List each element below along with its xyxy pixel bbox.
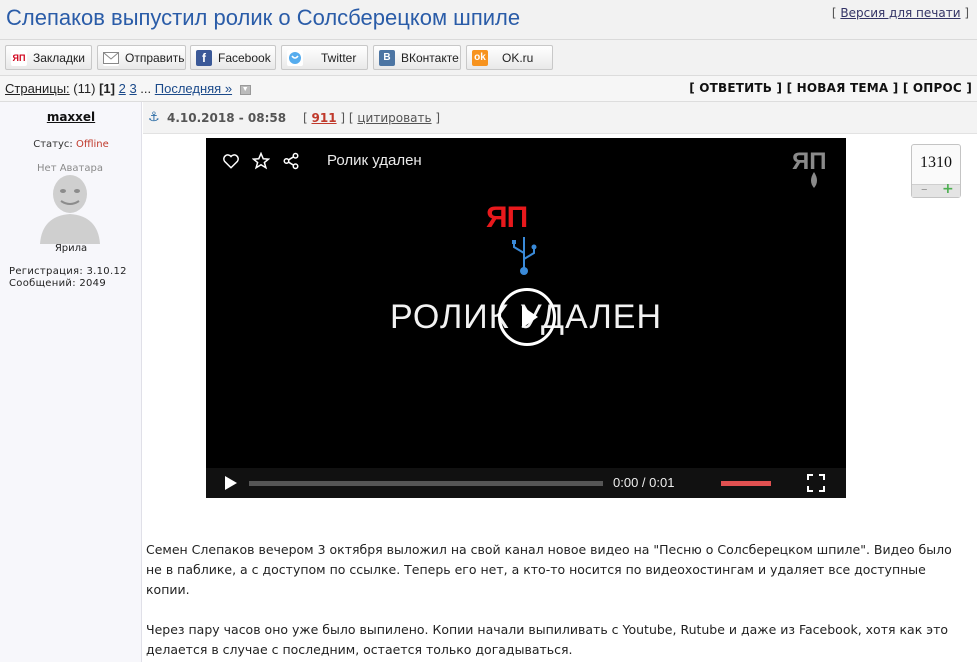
video-title: Ролик удален: [327, 152, 422, 169]
share-bar: ЯП Закладки Отправить f Facebook Twitter…: [0, 40, 977, 76]
vk-icon: B: [379, 49, 395, 66]
author-registration: Регистрация: 3.10.12: [9, 266, 127, 277]
pagination: Страницы: (11) [1] 2 3 ... Последняя » ▼: [5, 81, 251, 96]
topic-navigation: Страницы: (11) [1] 2 3 ... Последняя » ▼…: [0, 76, 977, 102]
share-bookmarks-button[interactable]: ЯП Закладки: [5, 45, 92, 70]
share-facebook-button[interactable]: f Facebook: [190, 45, 276, 70]
share-icon[interactable]: [282, 152, 300, 170]
post-rating: 1310 – +: [911, 144, 961, 198]
rating-minus-button[interactable]: –: [921, 182, 928, 197]
video-controls: 0:00 / 0:01: [206, 468, 846, 498]
channel-logo: ЯП: [486, 201, 568, 279]
rating-plus-button[interactable]: +: [942, 181, 954, 197]
share-twitter-button[interactable]: Twitter: [281, 45, 368, 70]
pages-count: (11): [73, 81, 96, 96]
play-icon[interactable]: [222, 475, 238, 491]
post-body: Семен Слепаков вечером 3 октября выложил…: [146, 540, 970, 662]
share-button-label: Facebook: [218, 50, 271, 65]
share-vk-button[interactable]: B ВКонтакте: [373, 45, 461, 70]
video-time: 0:00 / 0:01: [613, 475, 675, 490]
author-panel: maxxel Статус: Offline Нет Аватара Ярила…: [0, 102, 142, 662]
avatar: Нет Аватара: [28, 160, 112, 244]
page-link[interactable]: 3: [129, 81, 136, 96]
facebook-icon: f: [196, 49, 212, 66]
last-page-link[interactable]: Последняя »: [155, 81, 232, 96]
author-username[interactable]: maxxel: [0, 110, 142, 124]
yap-icon: ЯП: [11, 49, 27, 66]
rating-controls: – +: [912, 181, 960, 197]
page-title: Слепаков выпустил ролик о Солсберецком ш…: [6, 5, 521, 30]
share-button-label: Twitter: [321, 50, 357, 65]
page-link[interactable]: 2: [119, 81, 126, 96]
status-label: Статус:: [33, 139, 73, 150]
reply-button[interactable]: [ ОТВЕТИТЬ ]: [689, 81, 782, 95]
share-button-label: Отправить: [125, 50, 185, 65]
post-meta: [ 911 ] [ цитировать ]: [303, 111, 441, 125]
share-email-button[interactable]: Отправить: [97, 45, 186, 70]
no-avatar-text: Нет Аватара: [37, 163, 103, 174]
post-paragraph: Семен Слепаков вечером 3 октября выложил…: [146, 542, 952, 597]
share-button-label: ВКонтакте: [401, 50, 459, 65]
twitter-icon: [287, 49, 303, 66]
mail-icon: [103, 49, 119, 66]
author-messages: Сообщений: 2049: [9, 278, 106, 289]
author-stats: Регистрация: 3.10.12 Сообщений: 2049: [9, 266, 127, 290]
print-version-link[interactable]: Версия для печати: [840, 6, 960, 20]
usb-icon: [512, 237, 537, 275]
current-page: [1]: [99, 81, 115, 96]
video-progress-bar[interactable]: [249, 481, 603, 486]
pages-label[interactable]: Страницы:: [5, 81, 70, 96]
new-poll-button[interactable]: [ ОПРОС ]: [903, 81, 972, 95]
post-date: 4.10.2018 - 08:58: [167, 111, 287, 125]
author-status: Статус: Offline: [0, 139, 142, 150]
yap-watermark-icon: ЯП: [792, 148, 838, 188]
channel-logo-text: ЯП: [486, 201, 528, 234]
print-version-link-wrap: [ Версия для печати ]: [831, 6, 969, 20]
post-number-link[interactable]: 911: [312, 111, 337, 125]
topic-header: Слепаков выпустил ролик о Солсберецком ш…: [0, 0, 977, 40]
ok-icon: ok: [472, 49, 488, 66]
video-top-icons: [222, 152, 300, 170]
post-paragraph: Через пару часов оно уже было выпилено. …: [146, 622, 949, 657]
quote-link[interactable]: цитировать: [357, 111, 431, 125]
rating-value: 1310: [920, 154, 952, 171]
play-button[interactable]: [498, 288, 556, 346]
share-button-label: OK.ru: [502, 50, 534, 65]
fullscreen-icon[interactable]: [807, 474, 825, 492]
post-header: ⚓ 4.10.2018 - 08:58 [ 911 ] [ цитировать…: [143, 102, 977, 134]
share-button-label: Закладки: [33, 50, 85, 65]
chevron-down-icon[interactable]: ▼: [239, 84, 251, 95]
author-rank: Ярила: [54, 243, 88, 254]
volume-slider[interactable]: [721, 481, 771, 486]
heart-icon[interactable]: [222, 152, 240, 170]
anchor-icon[interactable]: ⚓: [148, 110, 160, 125]
share-ok-button[interactable]: ok OK.ru: [466, 45, 553, 70]
star-icon[interactable]: [252, 152, 270, 170]
video-player[interactable]: Ролик удален ЯП ЯП РОЛИК УДАЛЕН 0:00 / 0…: [206, 138, 846, 498]
topic-actions: [ ОТВЕТИТЬ ] [ НОВАЯ ТЕМА ] [ ОПРОС ]: [689, 81, 972, 95]
status-value: Offline: [75, 139, 109, 150]
new-topic-button[interactable]: [ НОВАЯ ТЕМА ]: [787, 81, 899, 95]
pages-ellipsis: ...: [140, 81, 152, 96]
